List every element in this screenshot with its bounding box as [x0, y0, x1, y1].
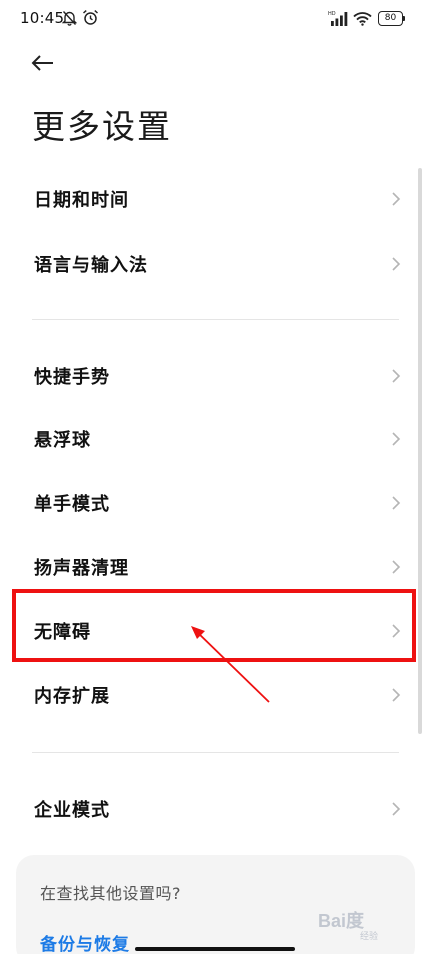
arrow-left-icon [31, 55, 53, 71]
settings-item-label: 企业模式 [34, 800, 110, 821]
baidu-watermark: Bai度 经验 [318, 907, 410, 942]
settings-item-label: 单手模式 [34, 494, 110, 515]
settings-item-one-hand-mode[interactable]: 单手模式 [0, 475, 431, 531]
chevron-right-icon [392, 257, 401, 271]
chevron-right-icon [392, 802, 401, 816]
settings-item-language-input[interactable]: 语言与输入法 [0, 236, 431, 292]
settings-item-label: 日期和时间 [34, 190, 129, 211]
chevron-right-icon [392, 496, 401, 510]
page-title: 更多设置 [32, 107, 172, 146]
settings-item-date-time[interactable]: 日期和时间 [0, 171, 431, 227]
chevron-right-icon [392, 560, 401, 574]
search-prompt-text: 在查找其他设置吗? [40, 884, 181, 903]
divider [32, 319, 399, 320]
chevron-right-icon [392, 369, 401, 383]
settings-item-label: 扬声器清理 [34, 558, 129, 579]
chevron-right-icon [392, 688, 401, 702]
divider [32, 752, 399, 753]
settings-item-label: 语言与输入法 [34, 255, 148, 276]
back-button[interactable] [26, 48, 60, 78]
watermark-sub: 经验 [360, 932, 379, 942]
settings-item-enterprise-mode[interactable]: 企业模式 [0, 781, 431, 837]
backup-restore-link[interactable]: 备份与恢复 [40, 930, 130, 954]
annotation-arrow-icon [191, 626, 270, 703]
settings-item-speaker-cleanup[interactable]: 扬声器清理 [0, 539, 431, 595]
battery-level: 80 [378, 11, 403, 26]
status-time: 10:45 [20, 9, 65, 27]
settings-item-label: 快捷手势 [34, 367, 110, 388]
chevron-right-icon [392, 192, 401, 206]
home-indicator[interactable] [135, 947, 295, 951]
chevron-right-icon [392, 432, 401, 446]
svg-text:HD: HD [328, 11, 336, 17]
alarm-icon [82, 9, 99, 26]
watermark-text: Bai度 [318, 911, 365, 931]
wifi-icon [353, 11, 372, 26]
battery-icon: 80 [378, 11, 406, 26]
status-bar: 10:45 HD 80 [0, 0, 431, 40]
hd-signal-icon: HD [328, 10, 350, 27]
settings-item-shortcut-gestures[interactable]: 快捷手势 [0, 348, 431, 404]
mute-notification-icon [61, 10, 78, 26]
settings-item-floating-ball[interactable]: 悬浮球 [0, 411, 431, 467]
settings-item-label: 内存扩展 [34, 686, 110, 707]
settings-item-label: 悬浮球 [34, 430, 91, 451]
